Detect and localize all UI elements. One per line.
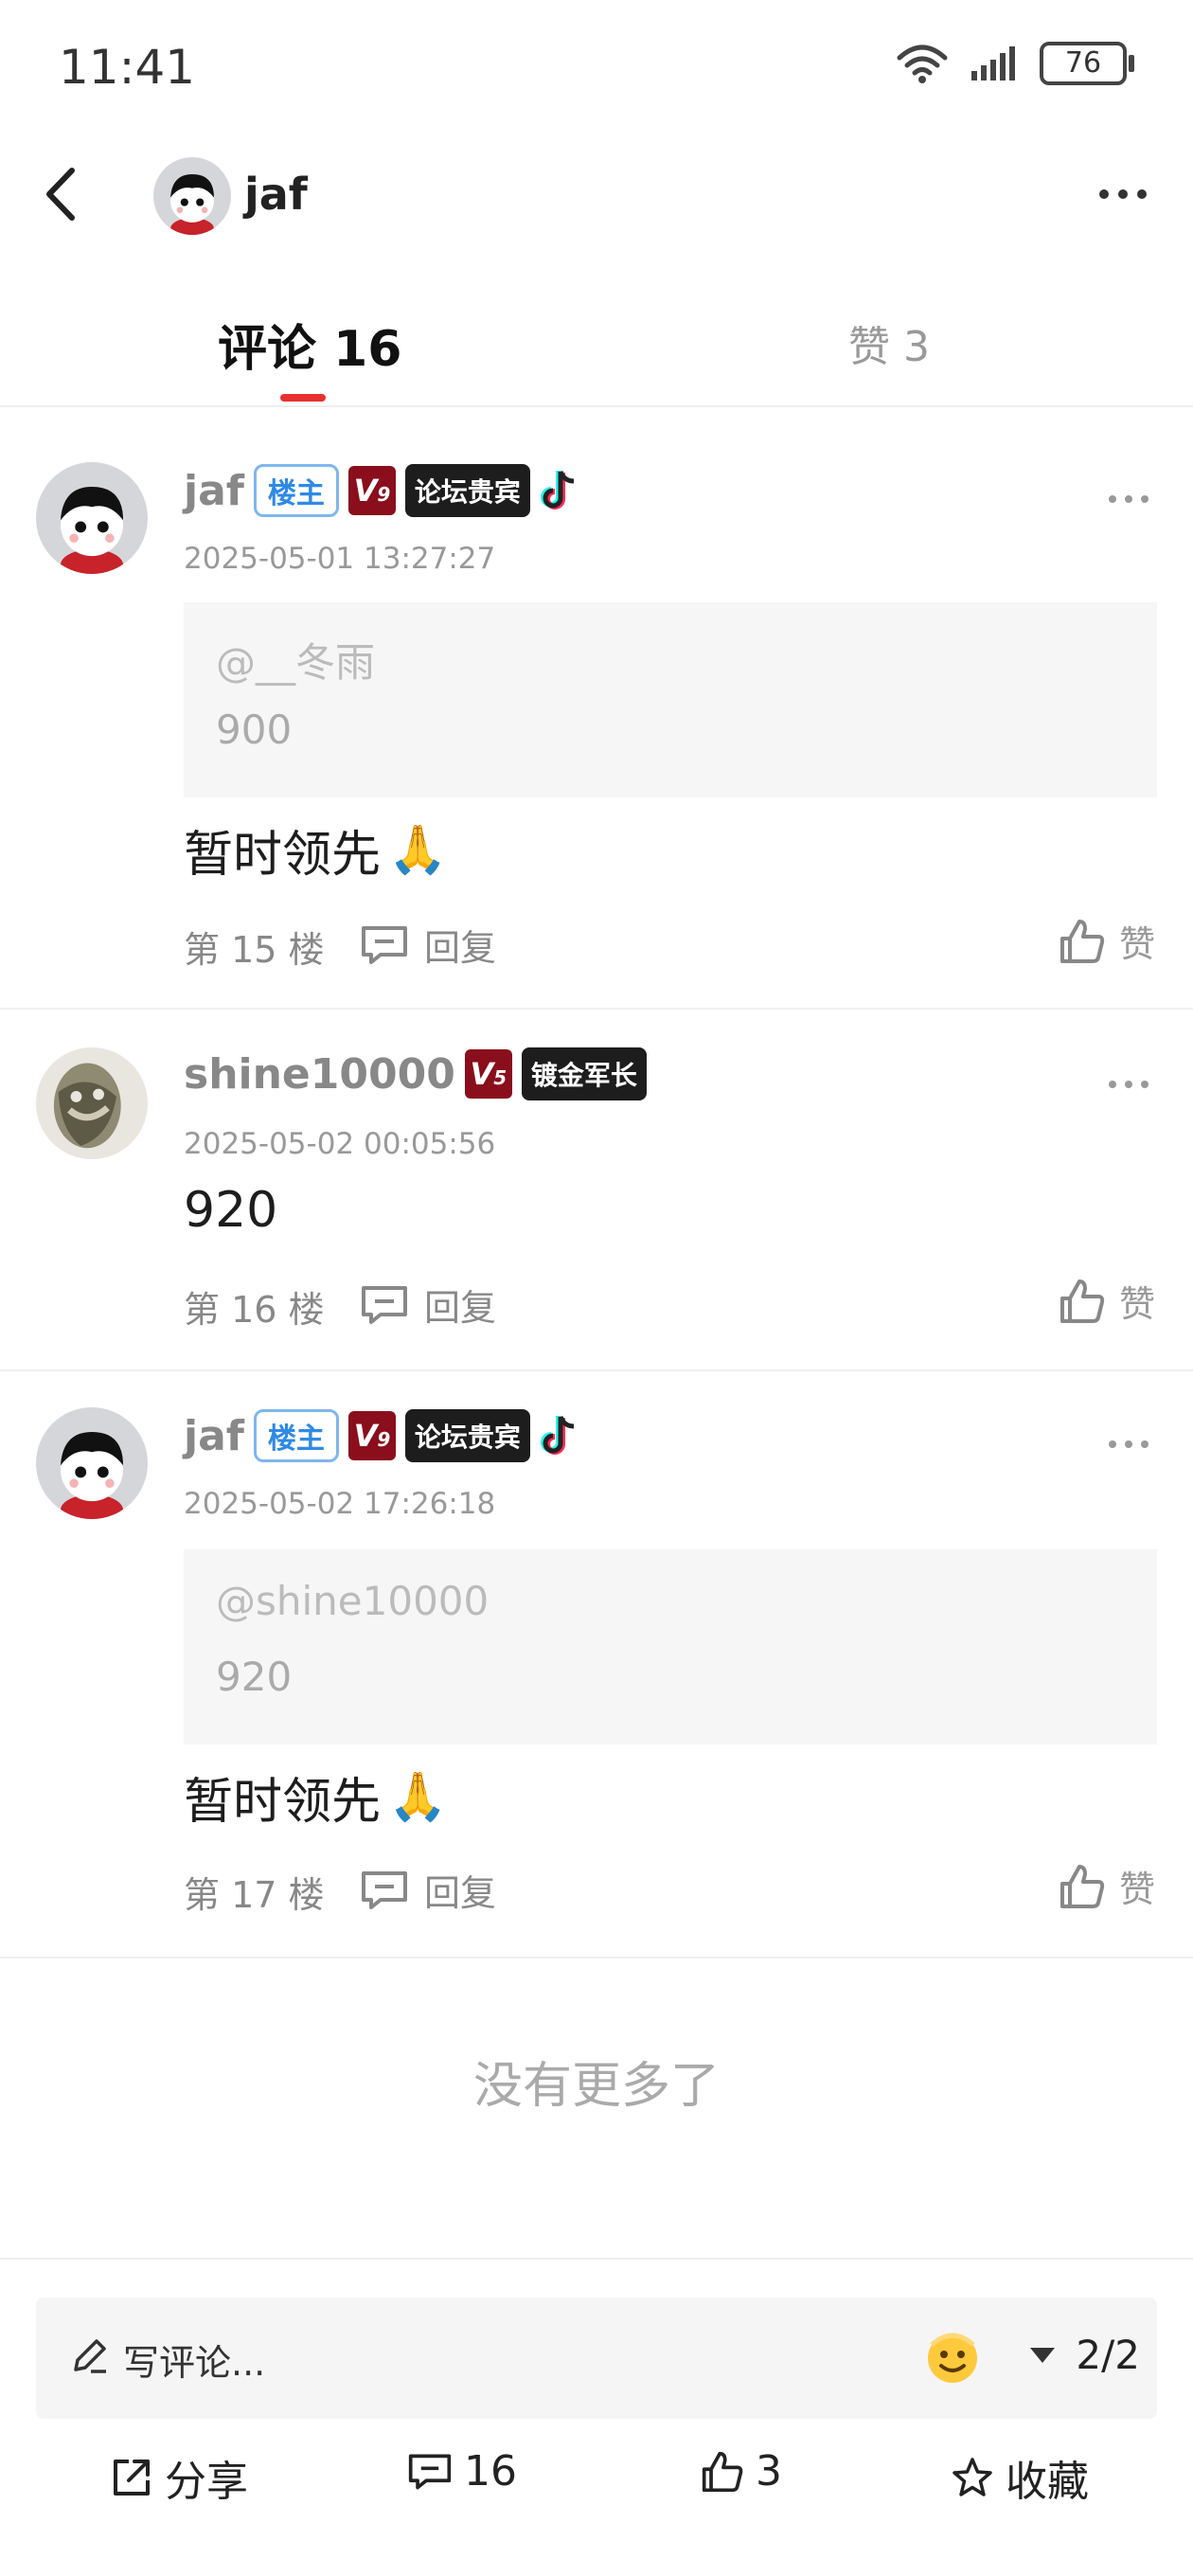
tiktok-icon — [540, 1415, 575, 1455]
comment-item: jaf 楼主 V9 论坛贵宾 2025-05-01 13:27:27 @__冬雨… — [0, 424, 1193, 1010]
comments-count-button[interactable]: 16 — [407, 2447, 517, 2496]
header-avatar[interactable] — [153, 157, 231, 235]
title-badge: 镀金军长 — [521, 1047, 647, 1100]
tab-active-indicator — [280, 394, 326, 402]
quote-user[interactable]: @__冬雨 — [216, 631, 375, 689]
reply-button[interactable]: 回复 — [360, 1279, 496, 1331]
reply-button[interactable]: 回复 — [360, 1864, 496, 1916]
comment-more-icon[interactable] — [1106, 1078, 1151, 1091]
share-button[interactable]: 分享 — [110, 2447, 248, 2508]
bottom-divider — [0, 2258, 1193, 2260]
floor-number: 第 15 楼 — [184, 929, 325, 971]
signal-icon — [971, 46, 1015, 80]
comment-item: jaf 楼主 V9 论坛贵宾 2025-05-02 17:26:18 @shin… — [0, 1371, 1193, 1959]
quote-text: 900 — [216, 707, 293, 753]
comment-item: shine10000 V5 镀金军长 2025-05-02 00:05:56 9… — [0, 1010, 1193, 1371]
quote-text: 920 — [216, 1654, 293, 1700]
quote-user[interactable]: @shine10000 — [216, 1578, 489, 1624]
thumbs-up-icon — [1059, 1864, 1105, 1908]
level-badge: V9 — [347, 1411, 396, 1460]
favorite-button[interactable]: 收藏 — [951, 2447, 1089, 2508]
thumbs-up-icon — [1059, 919, 1105, 963]
title-badge: 论坛贵宾 — [404, 1409, 530, 1462]
pray-hands-icon: 🙏 — [388, 822, 448, 877]
quote-block: @__冬雨 900 — [184, 602, 1157, 797]
comment-more-icon[interactable] — [1106, 1438, 1151, 1451]
reply-icon — [362, 925, 407, 964]
comment-header: shine10000 V5 镀金军长 — [184, 1047, 647, 1100]
level-badge: V9 — [347, 466, 396, 515]
comment-text: 920 — [184, 1182, 278, 1239]
reply-button[interactable]: 回复 — [360, 919, 496, 971]
quote-block: @shine10000 920 — [184, 1549, 1157, 1744]
comment-avatar[interactable] — [36, 1407, 148, 1519]
reply-icon — [362, 1870, 407, 1909]
comment-text: 暂时领先 🙏 — [184, 822, 448, 884]
tiktok-icon — [540, 470, 575, 510]
comment-icon — [408, 2454, 452, 2489]
status-time: 11:41 — [59, 40, 196, 95]
comment-username[interactable]: jaf — [184, 1412, 244, 1460]
comment-input-bar[interactable]: 写评论... 2/2 — [36, 2298, 1157, 2419]
title-badge: 论坛贵宾 — [404, 464, 530, 517]
comment-text: 暂时领先 🙏 — [184, 1769, 448, 1831]
comment-header: jaf 楼主 V9 论坛贵宾 — [184, 464, 585, 517]
thumbs-up-icon — [1059, 1279, 1105, 1323]
level-badge: V5 — [464, 1049, 512, 1099]
comment-username[interactable]: jaf — [184, 467, 244, 515]
like-button[interactable]: 赞 — [1059, 1860, 1155, 1912]
comment-input-placeholder[interactable]: 写评论... — [123, 2334, 265, 2386]
battery-icon: 76 — [1040, 42, 1134, 85]
triangle-down-icon — [1030, 2347, 1056, 2363]
comment-username[interactable]: shine10000 — [184, 1050, 455, 1099]
comment-time: 2025-05-02 17:26:18 — [184, 1487, 496, 1521]
thumbs-up-icon — [702, 2451, 743, 2492]
no-more-text: 没有更多了 — [472, 2058, 720, 2115]
tab-likes[interactable]: 赞 3 — [848, 313, 930, 373]
comment-time: 2025-05-02 00:05:56 — [184, 1127, 496, 1161]
status-icons: 76 — [896, 42, 1134, 85]
floor-number: 第 16 楼 — [184, 1289, 325, 1331]
header-username[interactable]: jaf — [244, 169, 308, 220]
reply-icon — [362, 1285, 407, 1324]
host-badge: 楼主 — [253, 1409, 339, 1462]
star-icon — [953, 2458, 992, 2496]
page-selector[interactable]: 2/2 — [1028, 2332, 1140, 2378]
share-icon — [114, 2460, 150, 2496]
pencil-icon — [74, 2339, 106, 2373]
tabs-divider — [0, 405, 1193, 407]
like-button[interactable]: 赞 — [1059, 1275, 1155, 1327]
comment-header: jaf 楼主 V9 论坛贵宾 — [184, 1409, 585, 1462]
more-options-icon[interactable] — [1095, 180, 1151, 208]
floor-number: 第 17 楼 — [184, 1874, 325, 1916]
comment-avatar[interactable] — [36, 1047, 148, 1159]
wifi-icon — [897, 45, 948, 83]
comment-time: 2025-05-01 13:27:27 — [184, 542, 496, 576]
pray-hands-icon: 🙏 — [388, 1769, 448, 1824]
back-button[interactable] — [38, 161, 85, 227]
host-badge: 楼主 — [253, 464, 339, 517]
comment-more-icon[interactable] — [1106, 492, 1151, 506]
like-count-button[interactable]: 3 — [701, 2447, 782, 2496]
comment-avatar[interactable] — [36, 462, 148, 574]
like-button[interactable]: 赞 — [1059, 915, 1155, 967]
emoji-icon[interactable] — [922, 2326, 983, 2387]
tab-comments[interactable]: 评论 16 — [218, 309, 401, 380]
